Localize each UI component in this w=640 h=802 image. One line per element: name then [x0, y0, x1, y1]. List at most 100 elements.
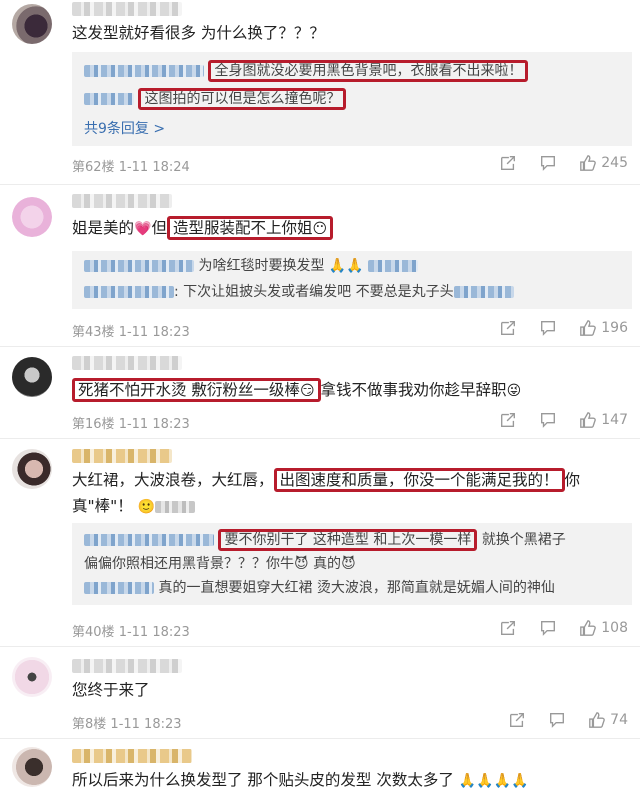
comment-button[interactable] — [539, 319, 557, 337]
username[interactable] — [72, 449, 172, 463]
comment-text-part: 所以后来为什么换发型了 那个贴头皮的发型 次数太多了 — [72, 771, 454, 789]
comment-date: 1-11 18:24 — [118, 160, 190, 175]
comment-text: 大红裙，大波浪卷，大红唇， 出图速度和质量，你没一个能满足我的！ 你真"棒"！ 🙂 — [72, 467, 582, 520]
comment-button[interactable] — [539, 411, 557, 429]
comment-date: 1-11 18:23 — [118, 325, 190, 340]
highlighted-text-content: 死猪不怕开水烫 敷衍粉丝一级棒 — [78, 381, 300, 399]
comment-text: 死猪不怕开水烫 敷衍粉丝一级棒😏 拿钱不做事我劝你趁早辞职😜 — [72, 377, 632, 404]
comment-actions: 147 — [499, 411, 628, 429]
comment-text-part: 拿钱不做事我劝你趁早辞职 — [320, 381, 507, 399]
reply-line: 为啥红毯时要换发型 🙏🙏 — [84, 255, 419, 277]
floor-number: 第43楼 — [72, 325, 115, 340]
highlighted-text-content: 造型服装配不上你姐 — [172, 219, 313, 237]
more-replies-link[interactable]: 共9条回复 > — [84, 118, 165, 138]
reply-box: 为啥红毯时要换发型 🙏🙏 : 下次让姐披头发或者编发吧 不要总是丸子头 — [72, 251, 632, 309]
emoji-icon: 😶 — [312, 221, 328, 237]
emoji-icon: 😏 — [299, 383, 315, 399]
reply-highlighted-text: 要不你别干了 这种造型 和上次一模一样 — [218, 529, 478, 551]
like-count: 245 — [601, 155, 628, 171]
mention-link[interactable] — [453, 286, 514, 298]
reply-username[interactable] — [84, 286, 174, 298]
like-button[interactable]: 74 — [588, 711, 628, 729]
emoji-icon: 🙏🙏 — [328, 258, 364, 274]
reply-line: : 下次让姐披头发或者编发吧 不要总是丸子头 — [84, 281, 514, 303]
divider — [0, 738, 640, 739]
comment-date: 1-11 18:23 — [110, 717, 182, 732]
highlighted-text: 死猪不怕开水烫 敷衍粉丝一级棒😏 — [72, 378, 321, 402]
divider — [0, 184, 640, 185]
divider — [0, 346, 640, 347]
avatar[interactable] — [12, 657, 52, 697]
avatar[interactable] — [12, 449, 52, 489]
username[interactable] — [72, 356, 182, 370]
thumb-up-icon — [580, 155, 597, 171]
avatar[interactable] — [12, 747, 52, 787]
comment-text: 您终于来了 — [72, 681, 150, 699]
share-icon — [501, 321, 516, 335]
share-button[interactable] — [499, 154, 517, 172]
like-button[interactable]: 108 — [579, 619, 628, 637]
emoji-icon: 😈 — [341, 556, 356, 572]
comment-actions: 74 — [508, 711, 628, 729]
floor-number: 第40楼 — [72, 625, 115, 640]
like-button[interactable]: 147 — [579, 411, 628, 429]
share-button[interactable] — [508, 711, 526, 729]
like-count: 74 — [610, 712, 628, 728]
share-button[interactable] — [499, 619, 517, 637]
mention-link[interactable] — [368, 260, 419, 272]
comment-text: 所以后来为什么换发型了 那个贴头皮的发型 次数太多了 🙏🙏🙏🙏 — [72, 767, 632, 794]
share-icon — [510, 713, 525, 727]
heart-icon: 💗 — [134, 221, 152, 237]
like-button[interactable]: 196 — [579, 319, 628, 337]
divider — [0, 438, 640, 439]
like-count: 147 — [601, 412, 628, 428]
comment-list: 这发型就好看很多 为什么换了？？？ 全身图就没必要用黑色背景吧，衣服看不出来啦！… — [0, 0, 640, 802]
emoji-icon: 😜 — [506, 383, 522, 399]
reply-line: 偏偏你照相还用黑背景？？？你牛😈 真的😈 — [84, 553, 356, 575]
share-button[interactable] — [499, 411, 517, 429]
comment-text: 姐是美的💗但 造型服装配不上你姐😶 — [72, 215, 592, 242]
username[interactable] — [72, 659, 182, 673]
username[interactable] — [72, 749, 192, 763]
reply-username[interactable] — [84, 93, 134, 105]
comment-meta: 第8楼 1-11 18:23 — [72, 713, 182, 732]
highlighted-text: 出图速度和质量，你没一个能满足我的！ — [273, 468, 565, 492]
reply-line: 真的一直想要姐穿大红裙 烫大波浪，那简直就是妩媚人间的神仙 — [84, 577, 555, 599]
reply-username[interactable] — [84, 582, 154, 594]
reply-text: 全身图就没必要用黑色背景吧，衣服看不出来啦！ — [208, 60, 529, 82]
reply-username[interactable] — [84, 534, 214, 546]
comment-icon — [550, 713, 565, 728]
comment-actions: 245 — [499, 154, 628, 172]
reply-username[interactable] — [84, 65, 204, 77]
reply-text: : 下次让姐披头发或者编发吧 不要总是丸子头 — [174, 284, 454, 300]
share-icon — [501, 621, 516, 635]
reply-text: 就换个黑裙子 — [481, 532, 566, 548]
comment-icon — [541, 321, 556, 336]
floor-number: 第8楼 — [72, 717, 107, 732]
reply-username[interactable] — [84, 260, 194, 272]
username[interactable] — [72, 194, 172, 208]
comment-icon — [541, 621, 556, 636]
avatar[interactable] — [12, 197, 52, 237]
reply-box: 全身图就没必要用黑色背景吧，衣服看不出来啦！ 这图拍的可以但是怎么撞色呢？ 共9… — [72, 52, 632, 146]
like-button[interactable]: 245 — [579, 154, 628, 172]
comment-date: 1-11 18:23 — [118, 625, 190, 640]
comment-text-part: 姐是美的 — [72, 219, 135, 237]
comment-button[interactable] — [539, 154, 557, 172]
comment-meta: 第16楼 1-11 18:23 — [72, 413, 190, 432]
comment-button[interactable] — [539, 619, 557, 637]
avatar[interactable] — [12, 4, 52, 44]
comment-button[interactable] — [548, 711, 566, 729]
like-count: 108 — [601, 620, 628, 636]
highlighted-text: 造型服装配不上你姐😶 — [166, 216, 334, 240]
avatar[interactable] — [12, 357, 52, 397]
mention-link[interactable] — [155, 500, 196, 513]
comment-text-part: 大红裙，大波浪卷，大红唇， — [72, 471, 274, 489]
reply-line: 这图拍的可以但是怎么撞色呢？ — [84, 88, 347, 110]
share-icon — [501, 156, 516, 170]
username[interactable] — [72, 2, 182, 16]
like-count: 196 — [601, 320, 628, 336]
thumb-up-icon — [589, 712, 606, 728]
share-button[interactable] — [499, 319, 517, 337]
reply-line: 要不你别干了 这种造型 和上次一模一样 就换个黑裙子 — [84, 529, 566, 551]
